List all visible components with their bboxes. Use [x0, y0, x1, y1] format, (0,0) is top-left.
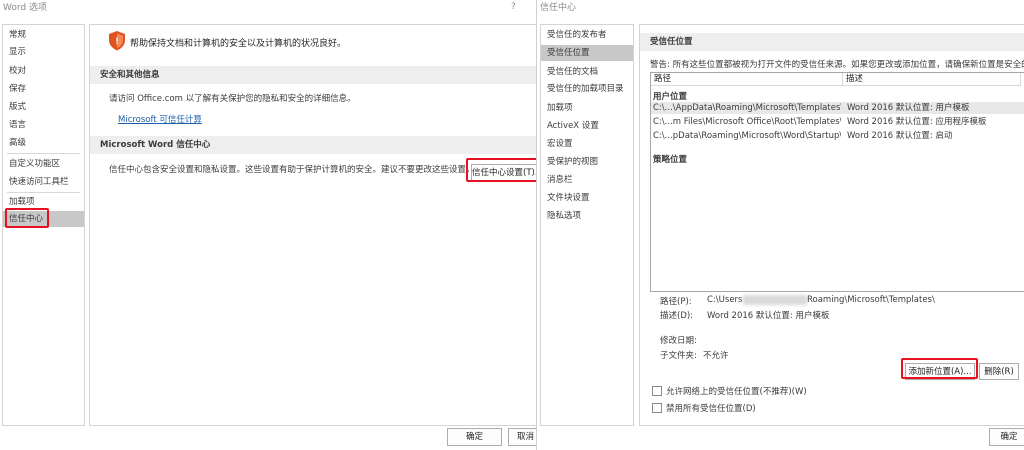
section-security-header: 安全和其他信息 — [90, 66, 536, 84]
highlight-trust-center-nav — [5, 208, 49, 228]
security-info-text: 请访问 Office.com 以了解有关保护您的隐私和安全的详细信息。 — [109, 94, 356, 104]
trust-nav-file-block[interactable]: 文件块设置 — [541, 190, 633, 206]
path-label: 路径(P): — [660, 297, 692, 307]
list-item[interactable]: C:\...m Files\Microsoft Office\Root\Temp… — [651, 116, 1024, 128]
subfolder-label: 子文件夹: — [660, 351, 697, 361]
trust-nav-trusted-documents[interactable]: 受信任的文档 — [541, 64, 633, 80]
nav-item-advanced[interactable]: 高级 — [3, 135, 84, 151]
location-path: C:\...pData\Roaming\Microsoft\Word\Start… — [653, 131, 841, 141]
word-options-window: Word 选项 ? 常规 显示 校对 保存 版式 语言 高级 自定义功能区 快速… — [0, 0, 536, 450]
redacted-username — [743, 295, 807, 305]
location-path: C:\...m Files\Microsoft Office\Root\Temp… — [653, 117, 841, 127]
disable-all-label[interactable]: 禁用所有受信任位置(D) — [666, 402, 756, 414]
nav-item-general[interactable]: 常规 — [3, 27, 84, 43]
path-value-suffix: Roaming\Microsoft\Templates\ — [807, 295, 935, 305]
shield-icon: ! — [109, 31, 125, 51]
nav-item-quick-access[interactable]: 快速访问工具栏 — [3, 174, 84, 190]
nav-item-layout[interactable]: 版式 — [3, 99, 84, 115]
trust-nav-activex[interactable]: ActiveX 设置 — [541, 118, 633, 134]
nav-item-display[interactable]: 显示 — [3, 44, 84, 60]
list-item[interactable]: C:\...\AppData\Roaming\Microsoft\Templat… — [651, 102, 1024, 114]
location-desc: Word 2016 默认位置: 应用程序模板 — [847, 117, 987, 127]
locations-list[interactable]: 路径 描述 用户位置 C:\...\AppData\Roaming\Micros… — [650, 72, 1024, 292]
svg-text:!: ! — [116, 36, 119, 46]
help-button[interactable]: ? — [511, 2, 516, 12]
location-path: C:\...\AppData\Roaming\Microsoft\Templat… — [653, 103, 841, 113]
allow-network-checkbox[interactable] — [652, 386, 662, 396]
trust-nav-macro[interactable]: 宏设置 — [541, 136, 633, 152]
trust-nav-message-bar[interactable]: 消息栏 — [541, 172, 633, 188]
trust-nav-privacy[interactable]: 隐私选项 — [541, 208, 633, 224]
highlight-add-location-button — [901, 358, 978, 379]
location-desc: Word 2016 默认位置: 启动 — [847, 131, 953, 141]
column-header-path[interactable]: 路径 — [651, 73, 843, 86]
path-value-prefix: C:\Users — [707, 295, 743, 305]
trust-center-desc: 信任中心包含安全设置和隐私设置。这些设置有助于保护计算机的安全。建议不要更改这些… — [109, 165, 475, 175]
trust-nav-addins[interactable]: 加载项 — [541, 100, 633, 116]
trust-banner-text: 帮助保持文档和计算机的安全以及计算机的状况良好。 — [130, 39, 347, 49]
trust-nav-trusted-locations[interactable]: 受信任位置 — [541, 45, 633, 61]
trust-nav-addin-catalogs[interactable]: 受信任的加载项目录 — [541, 81, 633, 97]
description-label: 描述(D): — [660, 311, 694, 321]
subfolder-value: 不允许 — [703, 351, 729, 361]
group-policy-locations: 策略位置 — [653, 155, 688, 165]
remove-location-button[interactable]: 删除(R) — [979, 363, 1019, 380]
options-ok-button[interactable]: 确定 — [447, 428, 502, 446]
trusted-locations-warning: 警告: 所有这些位置都被视为打开文件的受信任来源。如果您更改或添加位置，请确保新… — [650, 60, 1024, 70]
nav-item-proofing[interactable]: 校对 — [3, 63, 84, 79]
nav-item-save[interactable]: 保存 — [3, 81, 84, 97]
list-item[interactable]: C:\...pData\Roaming\Microsoft\Word\Start… — [651, 130, 1024, 142]
word-options-title: Word 选项 — [3, 3, 47, 13]
allow-network-label[interactable]: 允许网络上的受信任位置(不推荐)(W) — [666, 385, 807, 397]
trust-nav-trusted-publishers[interactable]: 受信任的发布者 — [541, 27, 633, 43]
section-trust-center-header: Microsoft Word 信任中心 — [90, 136, 536, 154]
trust-center-window: 信任中心 受信任的发布者 受信任位置 受信任的文档 受信任的加载项目录 加载项 … — [536, 0, 1024, 450]
nav-item-language[interactable]: 语言 — [3, 117, 84, 133]
options-content: ! 帮助保持文档和计算机的安全以及计算机的状况良好。 安全和其他信息 请访问 O… — [89, 24, 536, 426]
trust-center-title: 信任中心 — [540, 3, 577, 13]
trust-ok-button[interactable]: 确定 — [989, 428, 1024, 446]
modified-label: 修改日期: — [660, 336, 697, 346]
location-desc: Word 2016 默认位置: 用户模板 — [847, 103, 970, 113]
trust-nav-protected-view[interactable]: 受保护的视图 — [541, 154, 633, 170]
group-user-locations: 用户位置 — [653, 92, 688, 102]
trustworthy-computing-link[interactable]: Microsoft 可信任计算 — [118, 113, 202, 125]
description-value: Word 2016 默认位置: 用户模板 — [707, 311, 830, 321]
nav-separator — [7, 153, 80, 154]
highlight-trust-center-button — [466, 158, 536, 182]
trusted-locations-header: 受信任位置 — [640, 33, 1024, 51]
trust-nav-pane: 受信任的发布者 受信任位置 受信任的文档 受信任的加载项目录 加载项 Activ… — [540, 24, 634, 426]
nav-item-customize-ribbon[interactable]: 自定义功能区 — [3, 156, 84, 172]
disable-all-checkbox[interactable] — [652, 403, 662, 413]
nav-separator — [7, 192, 80, 193]
options-cancel-button[interactable]: 取消 — [508, 428, 536, 446]
column-header-desc[interactable]: 描述 — [843, 73, 1021, 86]
